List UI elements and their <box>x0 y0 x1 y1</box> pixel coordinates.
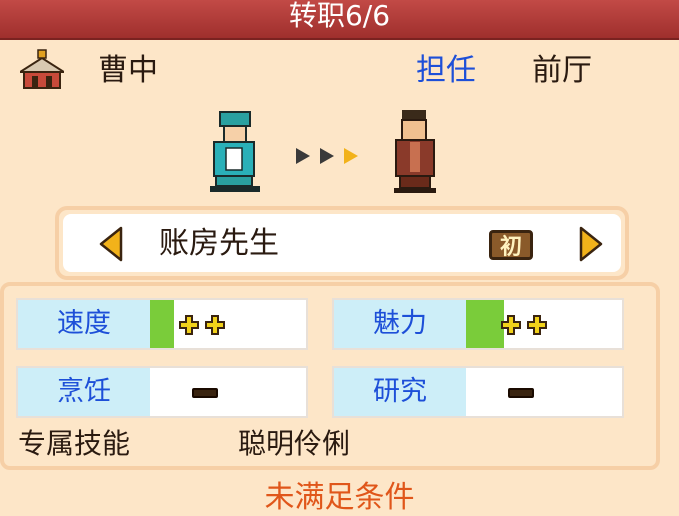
stats-panel: 速度 魅力 烹饪 研究 专属技能 聪明伶俐 <box>0 282 660 470</box>
stat-charm: 魅力 <box>332 298 624 350</box>
minus-icon <box>494 368 534 416</box>
assigned-location: 前厅 <box>532 53 592 88</box>
character-sprite-current <box>210 111 260 192</box>
assign-link[interactable]: 担任 <box>416 52 476 90</box>
stat-bar <box>150 300 174 348</box>
rank-badge: 初 <box>489 230 533 260</box>
stat-label: 烹饪 <box>18 368 150 416</box>
stat-bar <box>466 300 504 348</box>
skill-value: 聪明伶俐 <box>238 427 351 460</box>
transition-arrows-icon <box>296 148 358 164</box>
stat-label: 研究 <box>334 368 466 416</box>
next-job-button[interactable] <box>577 226 605 262</box>
stat-label: 速度 <box>18 300 150 348</box>
skill-label: 专属技能 <box>18 427 131 460</box>
minus-icon <box>178 368 218 416</box>
building-icon <box>20 49 64 89</box>
stat-label: 魅力 <box>334 300 466 348</box>
stat-speed: 速度 <box>16 298 308 350</box>
condition-status: 未满足条件 <box>264 480 415 515</box>
title-bar: 转职6/6 <box>0 0 679 38</box>
character-name: 曹中 <box>98 53 158 88</box>
double-plus-icon <box>500 300 552 348</box>
double-plus-icon <box>178 300 230 348</box>
character-sprite-target <box>394 110 436 193</box>
previous-job-button[interactable] <box>97 226 125 262</box>
stat-cooking: 烹饪 <box>16 366 308 418</box>
character-row: 曹中 担任 前厅 <box>0 44 679 104</box>
page-title: 转职6/6 <box>288 0 391 32</box>
job-name: 账房先生 <box>159 226 279 261</box>
stat-research: 研究 <box>332 366 624 418</box>
job-selector: 账房先生 初 <box>55 206 629 280</box>
job-selector-inner: 账房先生 初 <box>63 214 621 272</box>
